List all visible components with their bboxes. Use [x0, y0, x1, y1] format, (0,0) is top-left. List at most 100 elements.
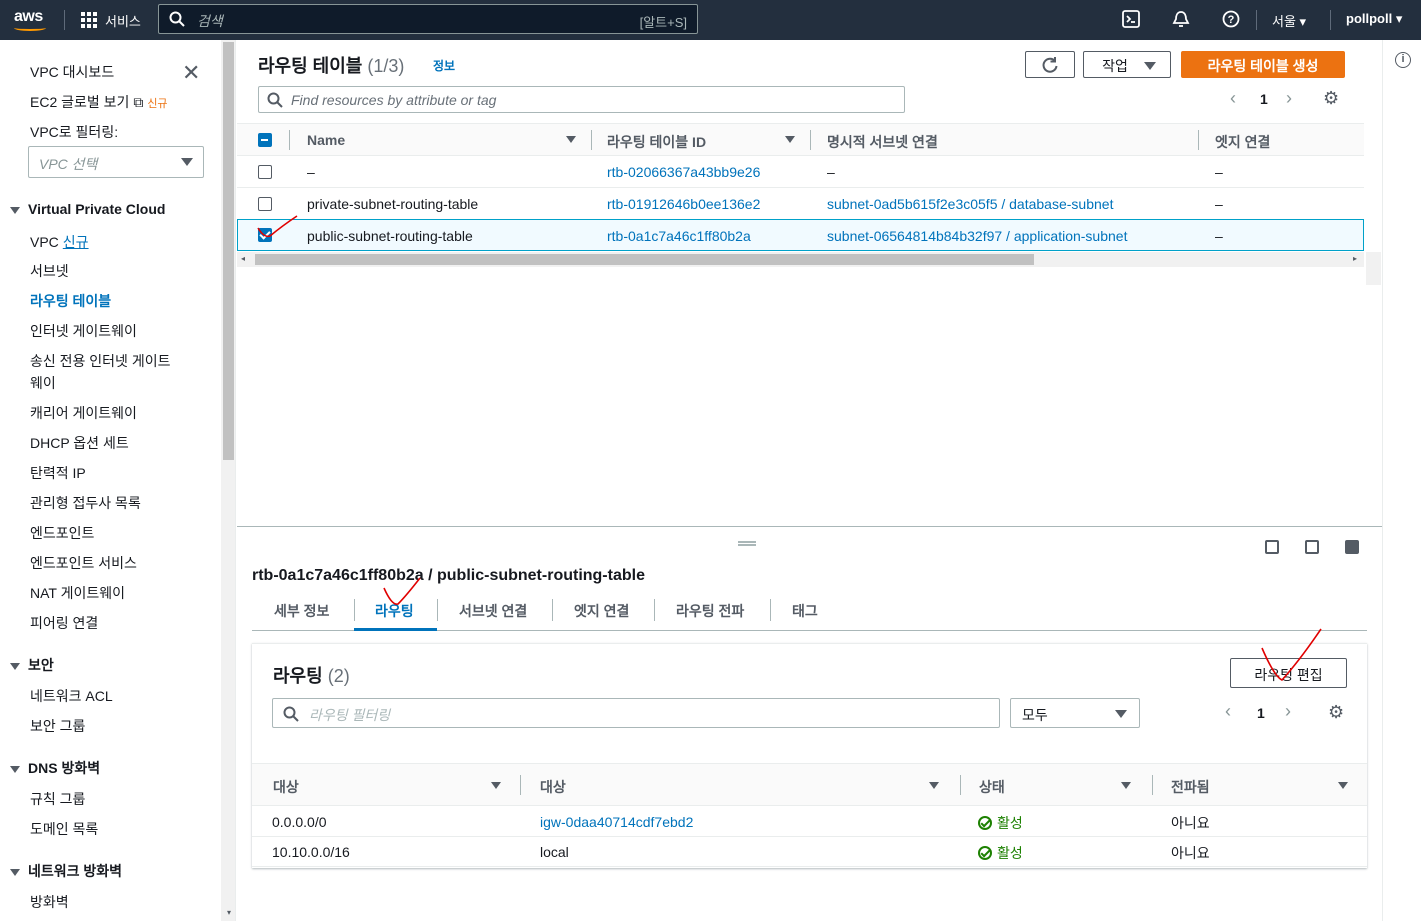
nav-firewalls[interactable]: 방화벽: [30, 892, 69, 912]
aws-logo[interactable]: aws: [14, 8, 43, 26]
nav-internet-gateways[interactable]: 인터넷 게이트웨이: [30, 321, 137, 341]
cell-subnet[interactable]: subnet-0ad5b615f2e3c05f5 / database-subn…: [827, 196, 1113, 212]
help-icon[interactable]: ?: [1222, 10, 1242, 30]
next-page-icon[interactable]: ›: [1286, 88, 1292, 109]
cell-route-table-id[interactable]: rtb-01912646b0ee136e2: [607, 196, 760, 212]
column-header-status[interactable]: 상태: [979, 777, 1005, 797]
routes-filter-input[interactable]: 라우팅 필터링: [272, 698, 1000, 728]
nav-nat-gateways[interactable]: NAT 게이트웨이: [30, 583, 125, 603]
global-search-input[interactable]: 검색 [알트+S]: [158, 4, 698, 34]
nav-ec2-global-view[interactable]: EC2 글로벌 보기 ⧉ 신규: [30, 92, 168, 112]
refresh-button[interactable]: [1025, 51, 1075, 78]
table-row-selected[interactable]: public-subnet-routing-table rtb-0a1c7a46…: [237, 219, 1364, 251]
cell-route-table-id[interactable]: rtb-02066367a43bb9e26: [607, 164, 760, 180]
sort-icon[interactable]: [1121, 782, 1131, 789]
nav-egress-only-igw[interactable]: 송신 전용 인터넷 게이트: [30, 351, 170, 371]
scroll-left-icon[interactable]: ◂: [241, 254, 245, 263]
account-menu[interactable]: pollpoll ▾: [1346, 11, 1402, 27]
tab-edge-associations[interactable]: 엣지 연결: [574, 601, 629, 621]
nav-endpoint-services[interactable]: 엔드포인트 서비스: [30, 553, 137, 573]
nav-dhcp-options[interactable]: DHCP 옵션 세트: [30, 433, 129, 453]
create-route-table-button[interactable]: 라우팅 테이블 생성: [1181, 51, 1345, 78]
edit-routes-button[interactable]: 라우팅 편집: [1230, 658, 1347, 688]
new-link[interactable]: 신규: [63, 234, 89, 250]
scroll-right-icon[interactable]: ▸: [1353, 254, 1357, 263]
row-checkbox[interactable]: [258, 197, 272, 211]
sort-icon[interactable]: [929, 782, 939, 789]
cell-subnet[interactable]: subnet-06564814b84b32f97 / application-s…: [827, 228, 1127, 244]
prev-page-icon[interactable]: ‹: [1225, 701, 1231, 722]
cell-edge: –: [1215, 228, 1223, 244]
column-header-name[interactable]: Name: [307, 132, 345, 148]
sidebar-scroll-thumb[interactable]: [223, 42, 234, 460]
tab-tags[interactable]: 태그: [792, 601, 818, 621]
table-row[interactable]: – rtb-02066367a43bb9e26 – –: [237, 156, 1364, 188]
nav-section-dns-firewall[interactable]: DNS 방화벽: [10, 758, 100, 778]
page-number[interactable]: 1: [1260, 91, 1268, 107]
services-menu-button[interactable]: 서비스: [105, 11, 141, 30]
column-header-subnet[interactable]: 명시적 서브넷 연결: [827, 132, 938, 152]
next-page-icon[interactable]: ›: [1285, 701, 1291, 722]
services-grid-icon[interactable]: [81, 12, 97, 28]
bell-icon[interactable]: [1172, 10, 1192, 30]
sort-icon[interactable]: [785, 136, 795, 143]
column-header-edge[interactable]: 엣지 연결: [1215, 132, 1270, 152]
panel-split-icon[interactable]: [1305, 540, 1319, 554]
cell-propagated: 아니요: [1171, 815, 1210, 831]
routes-status-select[interactable]: 모두: [1010, 698, 1140, 728]
nav-section-vpc[interactable]: Virtual Private Cloud: [10, 201, 165, 217]
sort-icon[interactable]: [1338, 782, 1348, 789]
nav-egress-only-igw-line2[interactable]: 웨이: [30, 373, 56, 393]
tab-routes[interactable]: 라우팅: [375, 601, 414, 621]
gear-icon[interactable]: ⚙: [1328, 702, 1344, 723]
nav-rule-groups[interactable]: 규칙 그룹: [30, 789, 85, 809]
column-header-propagated[interactable]: 전파됨: [1171, 777, 1210, 797]
caret-down-icon: [1115, 710, 1127, 718]
vertical-scrollbar[interactable]: [1366, 252, 1381, 285]
nav-network-acl[interactable]: 네트워크 ACL: [30, 686, 113, 706]
column-header-target[interactable]: 대상: [540, 777, 566, 797]
cell-target[interactable]: igw-0daa40714cdf7ebd2: [540, 814, 693, 830]
horizontal-scroll-thumb[interactable]: [255, 254, 1034, 265]
vpc-filter-select[interactable]: VPC 선택: [28, 146, 204, 178]
panel-bottom-icon[interactable]: [1265, 540, 1279, 554]
sort-icon[interactable]: [566, 136, 576, 143]
nav-carrier-gateways[interactable]: 캐리어 게이트웨이: [30, 403, 137, 423]
nav-endpoints[interactable]: 엔드포인트: [30, 523, 94, 543]
cell-route-table-id[interactable]: rtb-0a1c7a46c1ff80b2a: [607, 228, 751, 244]
tab-details[interactable]: 세부 정보: [274, 601, 329, 621]
column-header-id[interactable]: 라우팅 테이블 ID: [607, 132, 706, 152]
drag-handle-icon[interactable]: [738, 541, 756, 546]
row-checkbox[interactable]: [258, 165, 272, 179]
nav-prefix-lists[interactable]: 관리형 접두사 목록: [30, 493, 141, 513]
gear-icon[interactable]: ⚙: [1323, 88, 1339, 109]
resource-filter-input[interactable]: Find resources by attribute or tag: [258, 86, 905, 113]
prev-page-icon[interactable]: ‹: [1230, 88, 1236, 109]
tab-subnet-associations[interactable]: 서브넷 연결: [459, 601, 527, 621]
column-header-destination[interactable]: 대상: [273, 777, 299, 797]
page-number[interactable]: 1: [1257, 705, 1265, 721]
nav-subnets[interactable]: 서브넷: [30, 261, 69, 281]
nav-elastic-ip[interactable]: 탄력적 IP: [30, 463, 86, 483]
region-selector[interactable]: 서울 ▾: [1272, 11, 1306, 30]
nav-peering[interactable]: 피어링 연결: [30, 613, 98, 633]
close-icon[interactable]: ✕: [182, 60, 200, 86]
nav-security-groups[interactable]: 보안 그룹: [30, 716, 85, 736]
nav-section-network-firewall[interactable]: 네트워크 방화벽: [10, 861, 122, 881]
panel-full-icon[interactable]: [1345, 540, 1359, 554]
nav-domain-lists[interactable]: 도메인 목록: [30, 819, 98, 839]
info-icon[interactable]: i: [1395, 52, 1411, 68]
scroll-down-icon[interactable]: ▾: [227, 908, 231, 917]
info-link[interactable]: 정보: [433, 57, 455, 74]
nav-section-security[interactable]: 보안: [10, 655, 54, 675]
nav-vpc-dashboard[interactable]: VPC 대시보드: [30, 62, 114, 82]
tab-route-propagation[interactable]: 라우팅 전파: [676, 601, 744, 621]
table-row[interactable]: private-subnet-routing-table rtb-0191264…: [237, 188, 1364, 220]
nav-route-tables[interactable]: 라우팅 테이블: [30, 291, 111, 311]
sort-icon[interactable]: [491, 782, 501, 789]
row-checkbox[interactable]: [258, 228, 272, 242]
actions-button[interactable]: 작업: [1083, 51, 1171, 78]
nav-vpc[interactable]: VPC 신규: [30, 232, 89, 252]
select-all-checkbox[interactable]: [258, 133, 272, 147]
cloudshell-icon[interactable]: [1122, 10, 1142, 30]
